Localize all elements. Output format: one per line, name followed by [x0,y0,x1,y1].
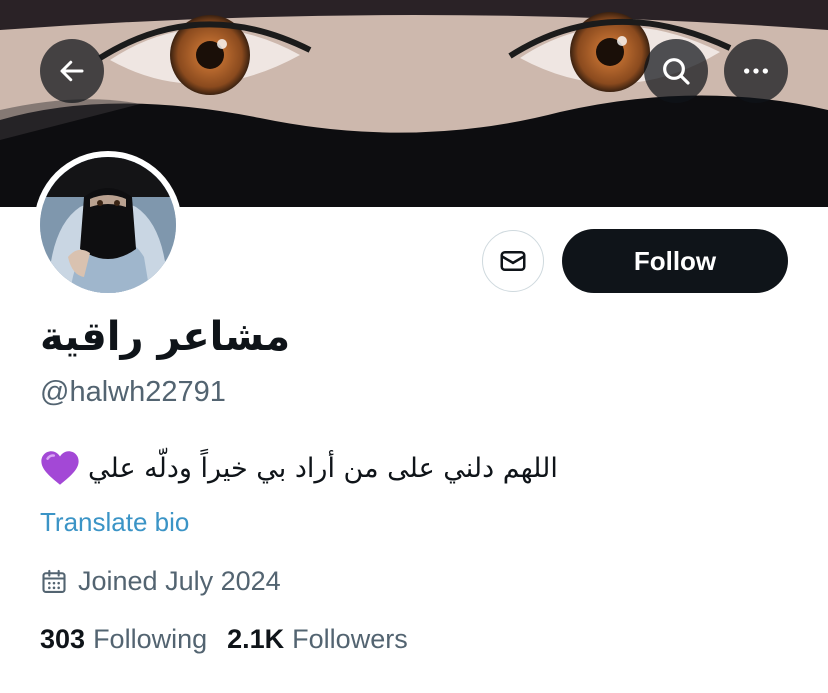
message-button[interactable] [482,230,544,292]
joined-text: Joined July 2024 [78,566,281,596]
more-horizontal-icon [744,68,768,74]
bio: اللهم دلني على من أراد بي خيراً ودلّه عل… [40,448,600,488]
followers-label: Followers [292,624,408,654]
follow-button[interactable]: Follow [562,229,788,293]
followers-count: 2.1K [227,624,285,654]
back-button[interactable] [40,39,104,103]
more-button[interactable] [724,39,788,103]
joined-date: Joined July 2024 [40,566,281,597]
follow-stats: 303 Following 2.1K Followers [40,624,408,655]
translate-bio-link[interactable]: Translate bio [40,507,189,538]
calendar-icon [42,569,66,593]
display-name: مشاعر راقية [40,314,291,360]
search-icon [663,58,690,85]
arrow-left-icon [60,60,84,82]
user-handle: @halwh22791 [40,376,226,408]
search-button[interactable] [644,39,708,103]
bio-text: اللهم دلني على من أراد بي خيراً ودلّه عل… [88,452,558,484]
mail-icon [500,251,526,271]
avatar-image [40,157,176,293]
following-count: 303 [40,624,86,654]
following-link[interactable]: 303 Following [40,624,207,655]
following-label: Following [93,624,208,654]
avatar[interactable] [34,151,182,299]
purple-heart-icon [41,451,79,485]
followers-link[interactable]: 2.1K Followers [227,624,408,655]
